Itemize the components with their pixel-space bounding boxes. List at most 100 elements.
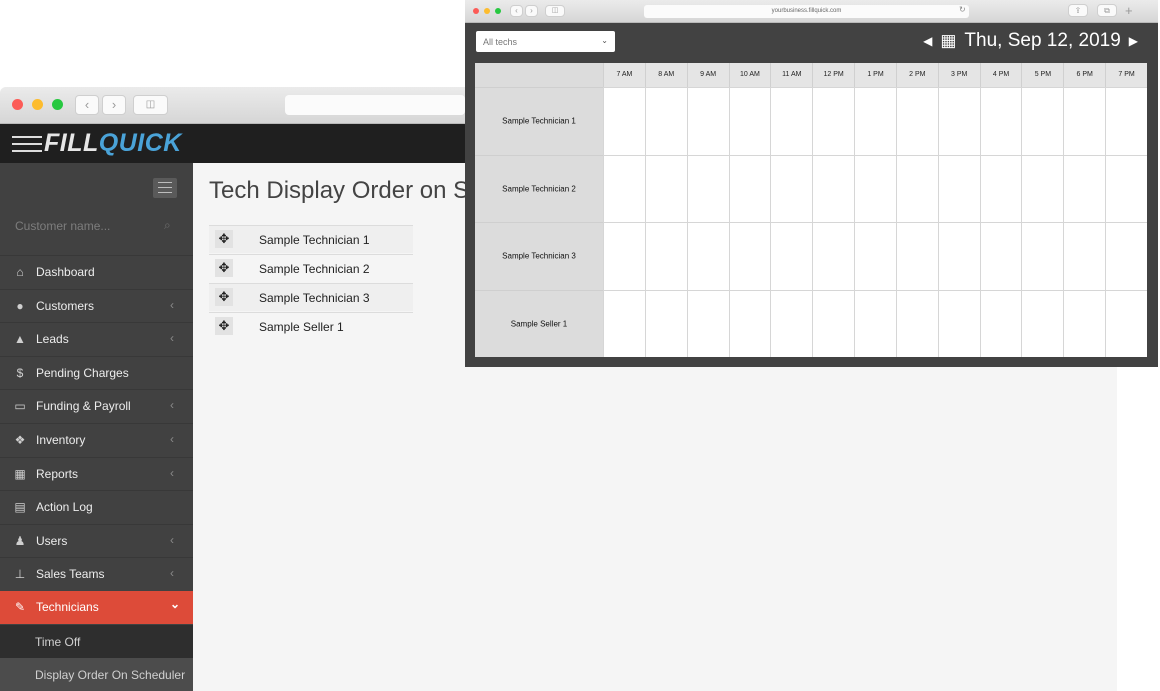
sidebar-item-pending-charges[interactable]: $ Pending Charges (0, 355, 193, 389)
sidebar-item-label: Action Log (36, 500, 93, 515)
chevron-down-icon: ⌄ (601, 36, 608, 45)
grid-corner (475, 63, 603, 87)
sidebar-item-technicians[interactable]: ✎ Technicians ⌄ (0, 591, 193, 624)
sidebar-toggle-icon[interactable]: ◫ (133, 95, 168, 115)
order-list-item-label: Sample Technician 1 (259, 233, 370, 247)
schedule-time-slots[interactable] (603, 223, 1147, 290)
sidebar-item-users[interactable]: ♟ Users ‹ (0, 523, 193, 557)
back-button[interactable]: ‹ (510, 5, 523, 17)
book-icon: ▤ (14, 500, 26, 515)
minimize-window-button[interactable] (32, 99, 43, 110)
home-icon: ⌂ (16, 265, 24, 279)
sidebar-item-customers[interactable]: ● Customers ‹ (0, 288, 193, 322)
dollar-icon: $ (16, 365, 24, 380)
technician-name: Sample Technician 3 (502, 251, 576, 261)
drag-handle-icon[interactable]: ✥ (215, 259, 233, 277)
current-date: Thu, Sep 12, 2019 (964, 30, 1121, 51)
search-input[interactable]: Customer name... (15, 219, 110, 233)
technician-row-header: Sample Seller 1 (475, 289, 603, 357)
cubes-icon: ❖ (14, 433, 26, 447)
sidebar-item-leads[interactable]: ▲ Leads ‹ (0, 322, 193, 355)
hour-header: 3 PM (937, 63, 980, 87)
prev-day-icon[interactable]: ◀ (923, 34, 932, 48)
address-bar[interactable]: yourbusiness.fillquick.com (644, 5, 969, 18)
sidebar-item-label: Sales Teams (36, 567, 105, 582)
submenu-item-label: Display Order On Scheduler (35, 667, 186, 682)
drag-handle-icon[interactable]: ✥ (215, 230, 233, 248)
sidebar-item-sales-teams[interactable]: ⊥ Sales Teams ‹ (0, 557, 193, 590)
submenu-item[interactable]: Display Order On Scheduler (0, 657, 193, 691)
calendar-icon[interactable]: ▦ (940, 31, 956, 51)
tabs-icon[interactable]: ⧉ (1097, 4, 1117, 17)
minimize-window-button[interactable] (484, 8, 490, 14)
hour-header: 6 PM (1063, 63, 1106, 87)
scheduler-grid: 7 AM 8 AM 9 AM 10 AM 11 AM 12 PM 1 PM 2 PM 3 PM 4… (475, 63, 1147, 357)
chevron-left-icon: ‹ (170, 532, 174, 547)
hour-header: 10 AM (728, 63, 771, 87)
drag-handle-icon[interactable]: ✥ (215, 288, 233, 306)
technician-row-header: Sample Technician 3 (475, 222, 603, 290)
sidebar-item-label: Inventory (36, 433, 86, 447)
sidebar-item-label: Funding & Payroll (36, 399, 131, 414)
technician-row-header: Sample Technician 2 (475, 154, 603, 222)
technician-name: Sample Technician 1 (502, 116, 576, 126)
order-list-item-label: Sample Seller 1 (259, 320, 344, 334)
schedule-time-slots[interactable] (603, 156, 1147, 223)
chevron-left-icon: ‹ (170, 465, 174, 480)
submenu-item[interactable]: Time Off (0, 624, 193, 658)
order-list-item-label: Sample Technician 2 (259, 262, 370, 276)
order-list-item[interactable]: ✥ Sample Technician 1 (209, 225, 413, 253)
drag-handle-icon[interactable]: ✥ (215, 317, 233, 335)
fillquick-logo[interactable]: FILLQUICK (12, 129, 182, 158)
sidebar-item-label: Pending Charges (36, 365, 129, 380)
sidebar-item-dashboard[interactable]: ⌂ Dashboard (0, 255, 193, 288)
menu-toggle-icon[interactable] (153, 178, 177, 198)
zoom-window-button[interactable] (52, 99, 63, 110)
sidebar-item-action-log[interactable]: ▤ Action Log (0, 490, 193, 523)
tech-filter-select[interactable]: All techs ⌄ (476, 31, 615, 52)
order-list-item[interactable]: ✥ Sample Seller 1 (209, 312, 413, 340)
hour-header: 7 PM (1105, 63, 1147, 87)
wrench-icon: ✎ (14, 600, 26, 614)
order-list-item[interactable]: ✥ Sample Technician 2 (209, 254, 413, 282)
sidebar: Customer name... ⌕ ⌂ Dashboard ● Customers ‹… (0, 163, 193, 691)
sidebar-item-reports[interactable]: ▦ Reports ‹ (0, 456, 193, 490)
forward-button[interactable]: › (102, 95, 126, 115)
new-tab-icon[interactable]: + (1125, 3, 1133, 18)
chevron-left-icon: ‹ (170, 398, 174, 413)
date-navigator: ◀ ▦ Thu, Sep 12, 2019 ▶ (915, 30, 1146, 52)
schedule-time-slots[interactable] (603, 291, 1147, 358)
hour-header: 8 AM (644, 63, 687, 87)
scheduler-browser-window: ‹ › ◫ yourbusiness.fillquick.com ↻ ⇪ ⧉ +… (465, 0, 1158, 367)
customer-search[interactable]: Customer name... ⌕ (0, 211, 193, 243)
sidebar-item-inventory[interactable]: ❖ Inventory ‹ (0, 423, 193, 456)
share-icon[interactable]: ⇪ (1068, 4, 1088, 17)
close-window-button[interactable] (473, 8, 479, 14)
order-list-item[interactable]: ✥ Sample Technician 3 (209, 283, 413, 311)
back-button[interactable]: ‹ (75, 95, 99, 115)
sidebar-item-label: Technicians (36, 600, 99, 614)
hour-header: 4 PM (979, 63, 1022, 87)
hour-header: 2 PM (895, 63, 938, 87)
chevron-left-icon: ‹ (170, 297, 174, 312)
chevron-left-icon: ‹ (170, 432, 174, 446)
close-window-button[interactable] (12, 99, 23, 110)
submenu-item-label: Time Off (35, 634, 81, 649)
next-day-icon[interactable]: ▶ (1129, 34, 1138, 48)
order-list-item-label: Sample Technician 3 (259, 291, 370, 305)
forward-button[interactable]: › (525, 5, 538, 17)
reload-icon[interactable]: ↻ (959, 5, 966, 14)
search-icon[interactable]: ⌕ (164, 218, 171, 233)
sidebar-item-label: Dashboard (36, 265, 95, 279)
technician-name: Sample Seller 1 (510, 319, 568, 329)
chevron-left-icon: ‹ (170, 566, 174, 581)
logo-lines-icon (12, 131, 42, 157)
zoom-window-button[interactable] (495, 8, 501, 14)
sidebar-toggle-icon[interactable]: ◫ (545, 5, 565, 17)
hour-header: 9 AM (686, 63, 729, 87)
address-bar[interactable] (285, 95, 465, 115)
sidebar-item-label: Users (36, 533, 68, 548)
sidebar-item-funding-payroll[interactable]: ▭ Funding & Payroll ‹ (0, 389, 193, 422)
schedule-time-slots[interactable] (603, 88, 1147, 155)
hour-header: 5 PM (1021, 63, 1064, 87)
